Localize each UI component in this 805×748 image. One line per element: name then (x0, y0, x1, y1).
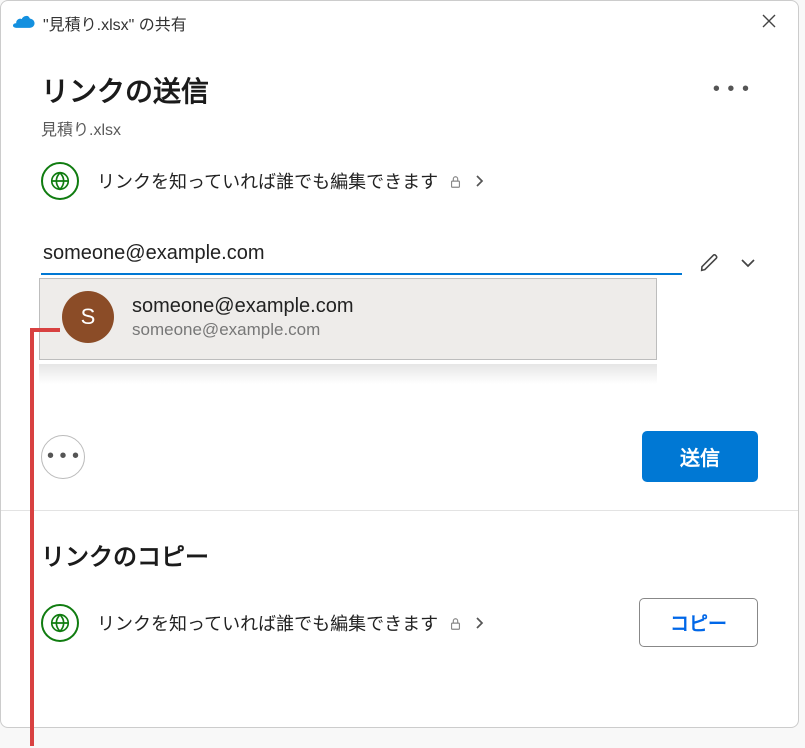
lock-icon (449, 176, 466, 192)
permission-setting[interactable]: リンクを知っていれば誰でも編集できます (41, 162, 758, 200)
copy-link-section: リンクのコピー リンクを知っていれば誰でも編集できます (41, 511, 758, 647)
permission-wrap: リンクを知っていれば誰でも編集できます (97, 168, 484, 194)
recipient-suggestion[interactable]: S someone@example.com someone@example.co… (39, 278, 657, 360)
copy-permission-wrap: リンクを知っていれば誰でも編集できます (97, 610, 484, 636)
page-title: リンクの送信 (41, 70, 209, 110)
suggestion-secondary: someone@example.com (132, 320, 354, 340)
titlebar: "見積り.xlsx" の共有 (1, 1, 798, 44)
pencil-icon (698, 252, 720, 274)
globe-icon (41, 162, 79, 200)
recipient-row: S someone@example.com someone@example.co… (41, 236, 758, 275)
permission-text: リンクを知っていれば誰でも編集できます (97, 172, 438, 192)
header-left: リンクの送信 見積り.xlsx (41, 70, 209, 140)
header-row: リンクの送信 見積り.xlsx • • • (41, 70, 758, 140)
close-button[interactable] (756, 10, 782, 35)
action-row: • • • 送信 (41, 431, 758, 510)
chevron-right-icon (475, 172, 484, 192)
edit-permission-button[interactable] (698, 251, 722, 275)
suggestion-shadow (39, 364, 657, 384)
chevron-right-icon (475, 614, 484, 634)
recipient-input-wrap: S someone@example.com someone@example.co… (41, 236, 682, 275)
permission-dropdown-button[interactable] (738, 250, 758, 275)
recipient-input[interactable] (41, 236, 682, 275)
close-icon (762, 14, 776, 28)
share-dialog: "見積り.xlsx" の共有 リンクの送信 見積り.xlsx • • • リ (0, 0, 799, 728)
copy-section-title: リンクのコピー (41, 537, 758, 572)
dialog-content: リンクの送信 見積り.xlsx • • • リンクを知っていれば誰でも編集できま… (1, 44, 798, 727)
globe-icon (41, 604, 79, 642)
onedrive-icon (13, 13, 35, 33)
chevron-down-icon (740, 258, 756, 268)
avatar: S (62, 291, 114, 343)
annotation-line-top (30, 328, 60, 332)
shared-filename: 見積り.xlsx (41, 116, 209, 140)
copy-permission-text: リンクを知っていれば誰でも編集できます (97, 614, 438, 634)
more-options-button[interactable]: • • • (705, 74, 758, 105)
suggestion-primary: someone@example.com (132, 295, 354, 318)
lock-icon (449, 618, 466, 634)
send-button[interactable]: 送信 (642, 431, 758, 482)
dialog-title: "見積り.xlsx" の共有 (43, 11, 748, 35)
copy-row: リンクを知っていれば誰でも編集できます コピー (41, 598, 758, 647)
copy-button[interactable]: コピー (639, 598, 758, 647)
ellipsis-icon: • • • (47, 445, 79, 468)
copy-permission-setting[interactable]: リンクを知っていれば誰でも編集できます (41, 604, 484, 642)
suggestion-texts: someone@example.com someone@example.com (132, 295, 354, 340)
more-actions-button[interactable]: • • • (41, 435, 85, 479)
annotation-line (30, 328, 34, 746)
